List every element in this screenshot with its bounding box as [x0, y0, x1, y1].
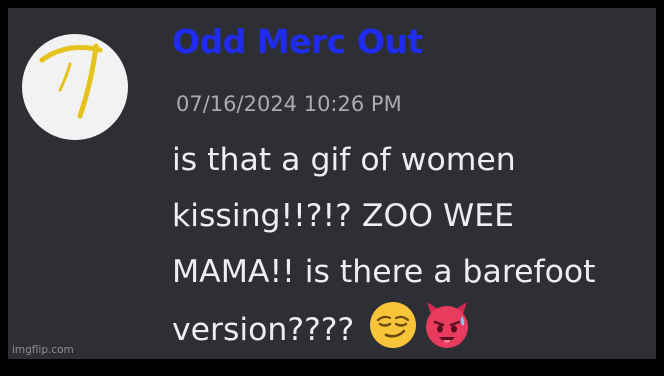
avatar-scribble-icon: [39, 43, 103, 119]
message-line-4-text: version????: [172, 312, 355, 348]
message-line-1: is that a gif of women: [172, 142, 516, 178]
user-avatar[interactable]: [22, 34, 128, 140]
message-line-4: version????: [172, 300, 648, 356]
message-timestamp: 07/16/2024 10:26 PM: [176, 92, 402, 116]
author-username[interactable]: Odd Merc Out: [172, 22, 423, 61]
hot-face-devil-icon: [426, 302, 469, 348]
message-line-3: MAMA!! is there a barefoot: [172, 254, 596, 290]
message-line-2: kissing!!?!? ZOO WEE: [172, 198, 514, 234]
smirking-face-icon: [370, 302, 417, 348]
discord-message-card: Odd Merc Out 07/16/2024 10:26 PM is that…: [8, 8, 656, 359]
message-body: is that a gif of women kissing!!?!? ZOO …: [172, 132, 648, 356]
imgflip-watermark: imgflip.com: [12, 344, 74, 356]
